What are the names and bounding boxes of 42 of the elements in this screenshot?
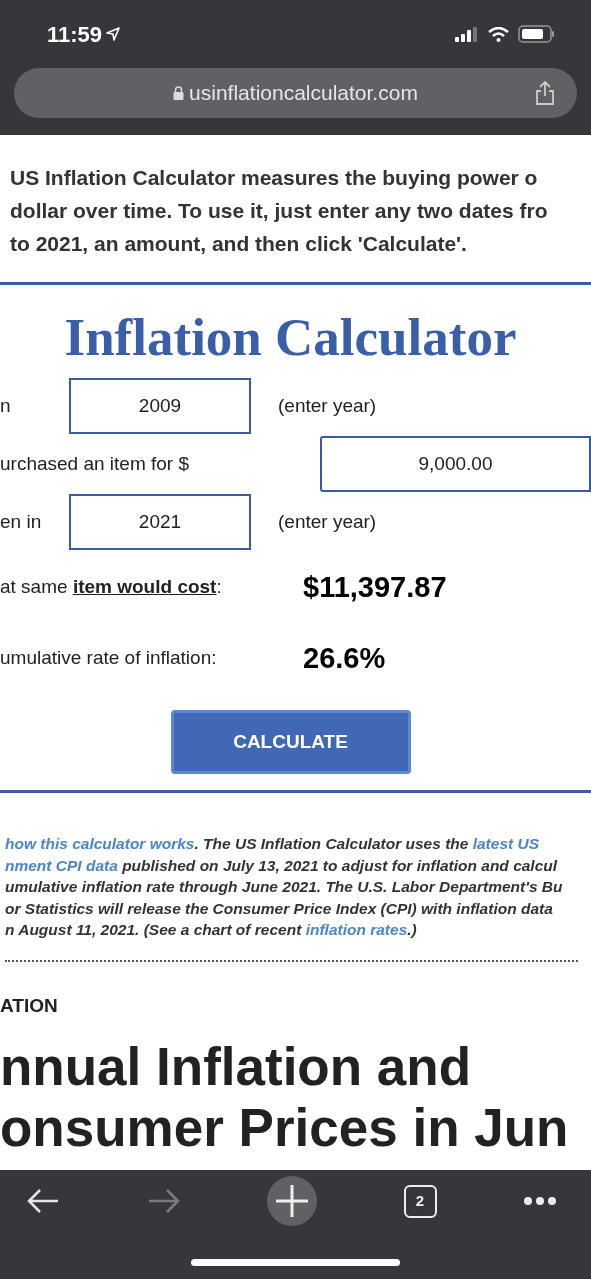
text-link[interactable]: how this calculator works bbox=[5, 835, 195, 852]
year-input-field[interactable]: 2009 bbox=[69, 378, 251, 434]
tab-count-button[interactable]: 2 bbox=[403, 1184, 437, 1218]
calculate-button[interactable]: CALCULATE bbox=[170, 710, 411, 774]
form-label: en in bbox=[0, 509, 43, 534]
lock-icon bbox=[173, 86, 185, 100]
form-label: at same item would cost: bbox=[0, 575, 223, 600]
section-label: ATION bbox=[0, 993, 59, 1018]
wifi-icon bbox=[488, 26, 509, 42]
form-label: urchased an item for $ bbox=[0, 451, 191, 476]
headline-text-line: onsumer Prices in Jun bbox=[0, 1097, 570, 1158]
new-tab-icon[interactable] bbox=[267, 1176, 317, 1226]
hint-text: (enter year) bbox=[278, 393, 377, 418]
note-text-line: nment CPI data published on July 13, 2021 to adjust for inflation and calcul bbox=[5, 855, 559, 876]
form-label: n bbox=[0, 393, 12, 418]
hint-text: (enter year) bbox=[278, 509, 377, 534]
intro-text-line: dollar over time. To use it, just enter any two dates fro bbox=[10, 198, 549, 224]
location-arrow-icon bbox=[106, 27, 121, 41]
clock-time: 11:59 bbox=[47, 20, 103, 49]
text-link[interactable]: nment CPI data bbox=[5, 856, 118, 874]
note-text-line: how this calculator works. The US Inflation Calculator uses the latest US bbox=[5, 834, 541, 854]
intro-text-line: to 2021, an amount, and then click 'Calculate'. bbox=[10, 231, 468, 257]
text-link[interactable]: latest US bbox=[472, 835, 540, 852]
note-text-line: n August 11, 2021. (See a chart of recent inflation rates.) bbox=[5, 920, 418, 940]
battery-icon bbox=[518, 25, 555, 43]
share-icon[interactable] bbox=[535, 80, 555, 106]
headline-text-line: nnual Inflation and bbox=[0, 1036, 473, 1097]
back-arrow-icon[interactable] bbox=[26, 1187, 60, 1215]
url-text: usinflationcalculator.com bbox=[189, 80, 418, 107]
intro-text-line: US Inflation Calculator measures the buying power o bbox=[10, 165, 539, 191]
result-value: $11,397.87 bbox=[303, 569, 447, 605]
address-bar[interactable]: usinflationcalculator.com bbox=[14, 68, 577, 118]
text-link[interactable]: inflation rates bbox=[305, 921, 408, 938]
note-text-line: or Statistics will release the Consumer Price Index (CPI) with inflation data bbox=[5, 898, 554, 919]
more-icon[interactable] bbox=[523, 1196, 557, 1206]
note-text-line: umulative inflation rate through June 2021. The U.S. Labor Department's Bu bbox=[5, 877, 564, 897]
amount-input-field[interactable]: 9,000.00 bbox=[320, 436, 591, 492]
year-input-field[interactable]: 2021 bbox=[69, 494, 251, 550]
form-label: umulative rate of inflation: bbox=[0, 646, 218, 671]
calculator-title: Inflation Calculator bbox=[63, 307, 518, 367]
signal-icon bbox=[455, 26, 479, 42]
result-value: 26.6% bbox=[303, 640, 386, 676]
